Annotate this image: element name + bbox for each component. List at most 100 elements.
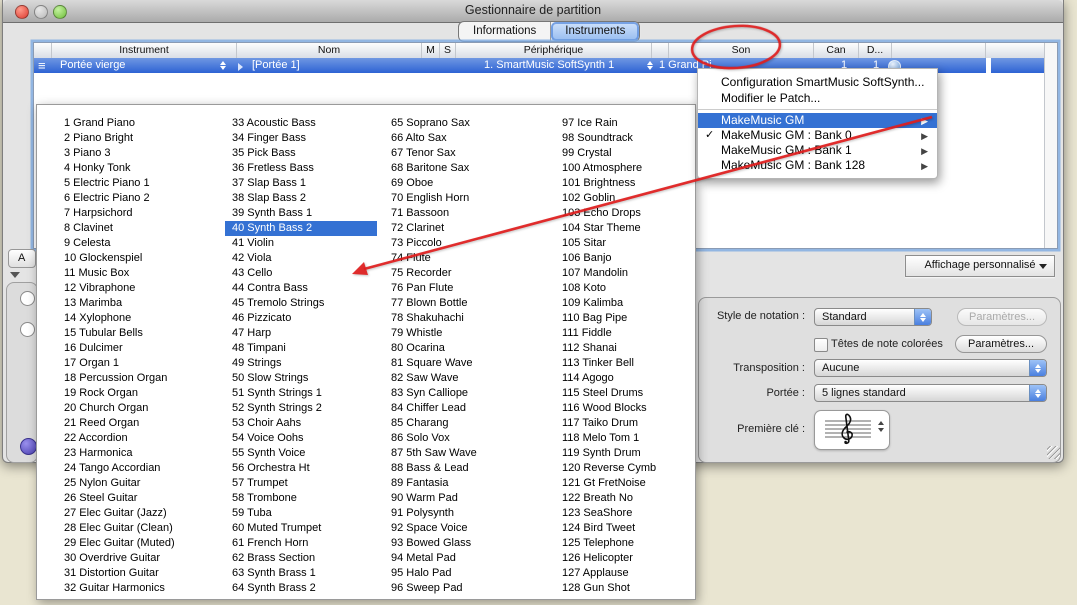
radio-button-fragment[interactable] bbox=[20, 291, 35, 306]
gm-list-item[interactable]: 106 Banjo bbox=[555, 251, 713, 266]
gm-list-item[interactable]: 40 Synth Bass 2 bbox=[225, 221, 377, 236]
gm-list-item[interactable]: 15 Tubular Bells bbox=[57, 326, 215, 341]
drag-handle-icon[interactable]: ≡ bbox=[38, 58, 46, 73]
gm-list-item[interactable]: 126 Helicopter bbox=[555, 551, 713, 566]
radio-button-fragment[interactable] bbox=[20, 322, 35, 337]
gm-list-item[interactable]: 114 Agogo bbox=[555, 371, 713, 386]
gm-list-item[interactable]: 45 Tremolo Strings bbox=[225, 296, 383, 311]
gm-list-item[interactable]: 80 Ocarina bbox=[384, 341, 542, 356]
gm-list-item[interactable]: 43 Cello bbox=[225, 266, 383, 281]
clef-stepper-icon[interactable] bbox=[878, 421, 884, 432]
gm-list-item[interactable]: 49 Strings bbox=[225, 356, 383, 371]
gm-list-item[interactable]: 37 Slap Bass 1 bbox=[225, 176, 383, 191]
gm-list-item[interactable]: 61 French Horn bbox=[225, 536, 383, 551]
gm-list-item[interactable]: 68 Baritone Sax bbox=[384, 161, 542, 176]
notation-style-select[interactable]: Standard bbox=[814, 308, 932, 326]
menu-item-bank128[interactable]: MakeMusic GM : Bank 128 ▶ bbox=[698, 158, 937, 173]
menu-item-bank0[interactable]: ✓ MakeMusic GM : Bank 0 ▶ bbox=[698, 128, 937, 143]
gm-list-item[interactable]: 107 Mandolin bbox=[555, 266, 713, 281]
gm-list-item[interactable]: 91 Polysynth bbox=[384, 506, 542, 521]
gm-list-item[interactable]: 20 Church Organ bbox=[57, 401, 215, 416]
gm-list-item[interactable]: 85 Charang bbox=[384, 416, 542, 431]
gm-list-item[interactable]: 27 Elec Guitar (Jazz) bbox=[57, 506, 215, 521]
device-stepper-icon[interactable] bbox=[647, 61, 653, 70]
gm-list-item[interactable]: 58 Trombone bbox=[225, 491, 383, 506]
gm-list-item[interactable]: 56 Orchestra Ht bbox=[225, 461, 383, 476]
custom-view-button[interactable]: Affichage personnalisé bbox=[905, 255, 1055, 277]
gm-list-item[interactable]: 121 Gt FretNoise bbox=[555, 476, 713, 491]
gm-list-item[interactable]: 83 Syn Calliope bbox=[384, 386, 542, 401]
gm-list-item[interactable]: 13 Marimba bbox=[57, 296, 215, 311]
gm-list-item[interactable]: 70 English Horn bbox=[384, 191, 542, 206]
gm-list-item[interactable]: 66 Alto Sax bbox=[384, 131, 542, 146]
gm-list-item[interactable]: 17 Organ 1 bbox=[57, 356, 215, 371]
gm-list-item[interactable]: 26 Steel Guitar bbox=[57, 491, 215, 506]
gm-list-item[interactable]: 96 Sweep Pad bbox=[384, 581, 542, 596]
gm-list-item[interactable]: 64 Synth Brass 2 bbox=[225, 581, 383, 596]
gm-list-item[interactable]: 93 Bowed Glass bbox=[384, 536, 542, 551]
gm-list-item[interactable]: 125 Telephone bbox=[555, 536, 713, 551]
gm-list-item[interactable]: 62 Brass Section bbox=[225, 551, 383, 566]
gm-list-item[interactable]: 99 Crystal bbox=[555, 146, 713, 161]
gm-list-item[interactable]: 108 Koto bbox=[555, 281, 713, 296]
gm-list-item[interactable]: 21 Reed Organ bbox=[57, 416, 215, 431]
disclosure-down-icon[interactable] bbox=[10, 272, 20, 278]
first-clef-button[interactable] bbox=[814, 410, 890, 450]
gm-list-item[interactable]: 18 Percussion Organ bbox=[57, 371, 215, 386]
gm-list-item[interactable]: 14 Xylophone bbox=[57, 311, 215, 326]
colored-noteheads-checkbox[interactable] bbox=[814, 338, 828, 352]
hidden-button-fragment[interactable]: A bbox=[8, 249, 36, 268]
gm-list-item[interactable]: 52 Synth Strings 2 bbox=[225, 401, 383, 416]
gm-list-item[interactable]: 115 Steel Drums bbox=[555, 386, 713, 401]
gm-list-item[interactable]: 128 Gun Shot bbox=[555, 581, 713, 596]
gm-list-item[interactable]: 29 Elec Guitar (Muted) bbox=[57, 536, 215, 551]
gm-list-item[interactable]: 59 Tuba bbox=[225, 506, 383, 521]
gm-list-item[interactable]: 127 Applause bbox=[555, 566, 713, 581]
menu-item-makemusic-gm[interactable]: MakeMusic GM ▶ bbox=[698, 113, 937, 128]
gm-list-item[interactable]: 112 Shanai bbox=[555, 341, 713, 356]
staff-select[interactable]: 5 lignes standard bbox=[814, 384, 1047, 402]
gm-list-item[interactable]: 67 Tenor Sax bbox=[384, 146, 542, 161]
gm-list-item[interactable]: 72 Clarinet bbox=[384, 221, 542, 236]
gm-list-item[interactable]: 32 Guitar Harmonics bbox=[57, 581, 215, 596]
gm-list-item[interactable]: 92 Space Voice bbox=[384, 521, 542, 536]
gm-list-item[interactable]: 75 Recorder bbox=[384, 266, 542, 281]
title-bar[interactable]: Gestionnaire de partition bbox=[3, 0, 1063, 23]
gm-list-item[interactable]: 30 Overdrive Guitar bbox=[57, 551, 215, 566]
gm-list-item[interactable]: 94 Metal Pad bbox=[384, 551, 542, 566]
gm-list-item[interactable]: 122 Breath No bbox=[555, 491, 713, 506]
disclosure-triangle-icon[interactable] bbox=[238, 61, 243, 76]
instrument-stepper-icon[interactable] bbox=[220, 61, 226, 70]
gm-list-item[interactable]: 82 Saw Wave bbox=[384, 371, 542, 386]
gm-list-item[interactable]: 53 Choir Aahs bbox=[225, 416, 383, 431]
gm-list-item[interactable]: 74 Flute bbox=[384, 251, 542, 266]
gm-list-item[interactable]: 31 Distortion Guitar bbox=[57, 566, 215, 581]
gm-list-item[interactable]: 36 Fretless Bass bbox=[225, 161, 383, 176]
gm-list-item[interactable]: 39 Synth Bass 1 bbox=[225, 206, 383, 221]
gm-list-item[interactable]: 120 Reverse Cymb bbox=[555, 461, 713, 476]
table-scrollbar[interactable] bbox=[1044, 43, 1057, 248]
gm-list-item[interactable]: 10 Glockenspiel bbox=[57, 251, 215, 266]
gm-list-item[interactable]: 12 Vibraphone bbox=[57, 281, 215, 296]
menu-item-bank1[interactable]: MakeMusic GM : Bank 1 ▶ bbox=[698, 143, 937, 158]
menu-item-modify-patch[interactable]: Modifier le Patch... bbox=[698, 90, 937, 106]
gm-list-item[interactable]: 105 Sitar bbox=[555, 236, 713, 251]
gm-list-item[interactable]: 90 Warm Pad bbox=[384, 491, 542, 506]
gm-list-item[interactable]: 103 Echo Drops bbox=[555, 206, 713, 221]
gm-list-item[interactable]: 104 Star Theme bbox=[555, 221, 713, 236]
gm-list-item[interactable]: 55 Synth Voice bbox=[225, 446, 383, 461]
gm-list-item[interactable]: 3 Piano 3 bbox=[57, 146, 215, 161]
gm-list-item[interactable]: 25 Nylon Guitar bbox=[57, 476, 215, 491]
gm-list-item[interactable]: 38 Slap Bass 2 bbox=[225, 191, 383, 206]
gm-list-item[interactable]: 87 5th Saw Wave bbox=[384, 446, 542, 461]
noteheads-params-button[interactable]: Paramètres... bbox=[955, 335, 1047, 353]
gm-list-item[interactable]: 7 Harpsichord bbox=[57, 206, 215, 221]
gm-list-item[interactable]: 35 Pick Bass bbox=[225, 146, 383, 161]
gm-list-item[interactable]: 124 Bird Tweet bbox=[555, 521, 713, 536]
transposition-select[interactable]: Aucune bbox=[814, 359, 1047, 377]
gm-list-item[interactable]: 47 Harp bbox=[225, 326, 383, 341]
gm-list-item[interactable]: 119 Synth Drum bbox=[555, 446, 713, 461]
gm-list-item[interactable]: 5 Electric Piano 1 bbox=[57, 176, 215, 191]
gm-list-item[interactable]: 116 Wood Blocks bbox=[555, 401, 713, 416]
gm-list-item[interactable]: 98 Soundtrack bbox=[555, 131, 713, 146]
